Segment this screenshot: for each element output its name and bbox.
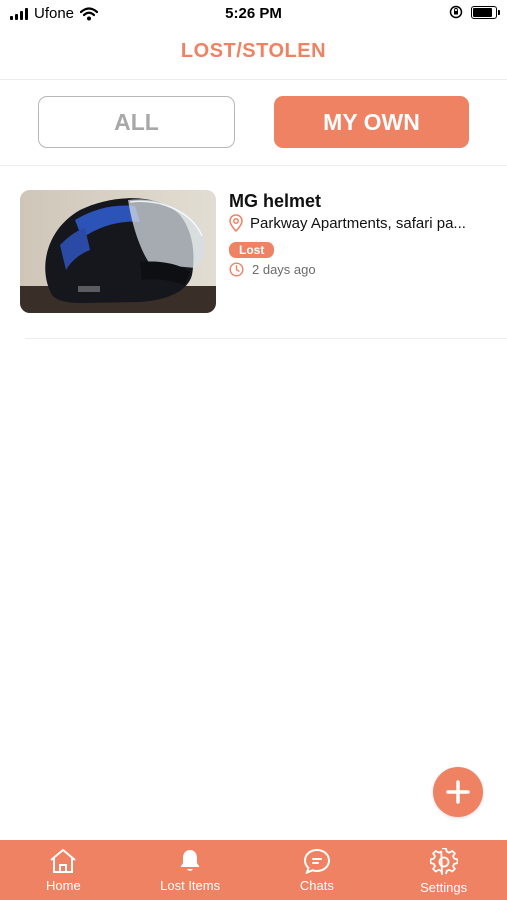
status-badge: Lost bbox=[229, 242, 275, 258]
bottom-nav: Home Lost Items Chats Settings bbox=[0, 840, 507, 900]
add-item-button[interactable] bbox=[433, 767, 483, 817]
status-time: 5:26 PM bbox=[225, 5, 282, 22]
page-title: LOST/STOLEN bbox=[180, 40, 327, 62]
nav-settings[interactable]: Settings bbox=[380, 840, 507, 900]
status-right bbox=[449, 5, 500, 19]
toggle-divider bbox=[0, 165, 507, 166]
bell-icon bbox=[180, 850, 200, 871]
orientation-lock-icon bbox=[449, 5, 463, 19]
nav-home-label: Home bbox=[46, 878, 81, 893]
tab-all[interactable]: ALL bbox=[38, 96, 235, 148]
home-icon bbox=[50, 849, 77, 873]
nav-home[interactable]: Home bbox=[0, 840, 127, 900]
item-divider bbox=[25, 338, 507, 339]
location-pin-icon bbox=[229, 214, 243, 232]
list-item[interactable]: MG helmet Parkway Apartments, safari pa.… bbox=[20, 190, 507, 315]
item-title: MG helmet bbox=[229, 191, 322, 211]
gear-icon bbox=[429, 848, 458, 875]
app-screen: Ufone 5:26 PM LOST/STOLEN ALL MY OWN MG … bbox=[0, 0, 507, 900]
nav-chats-label: Chats bbox=[299, 878, 334, 893]
item-location-row: Parkway Apartments, safari pa... bbox=[229, 214, 499, 232]
nav-lost-items[interactable]: Lost Items bbox=[127, 840, 254, 900]
status-bar: Ufone 5:26 PM bbox=[0, 0, 507, 30]
nav-lost-items-label: Lost Items bbox=[160, 878, 221, 893]
nav-settings-label: Settings bbox=[420, 880, 468, 895]
nav-chats[interactable]: Chats bbox=[254, 840, 381, 900]
tab-my-own[interactable]: MY OWN bbox=[274, 96, 469, 148]
item-thumbnail bbox=[20, 190, 216, 313]
clock-icon bbox=[229, 262, 244, 277]
item-time: 2 days ago bbox=[252, 262, 316, 277]
plus-icon bbox=[446, 780, 470, 804]
battery-icon bbox=[471, 5, 500, 19]
header-divider bbox=[0, 79, 507, 80]
item-location: Parkway Apartments, safari pa... bbox=[250, 214, 466, 232]
chat-icon bbox=[303, 848, 330, 874]
item-time-row: 2 days ago bbox=[229, 262, 316, 277]
